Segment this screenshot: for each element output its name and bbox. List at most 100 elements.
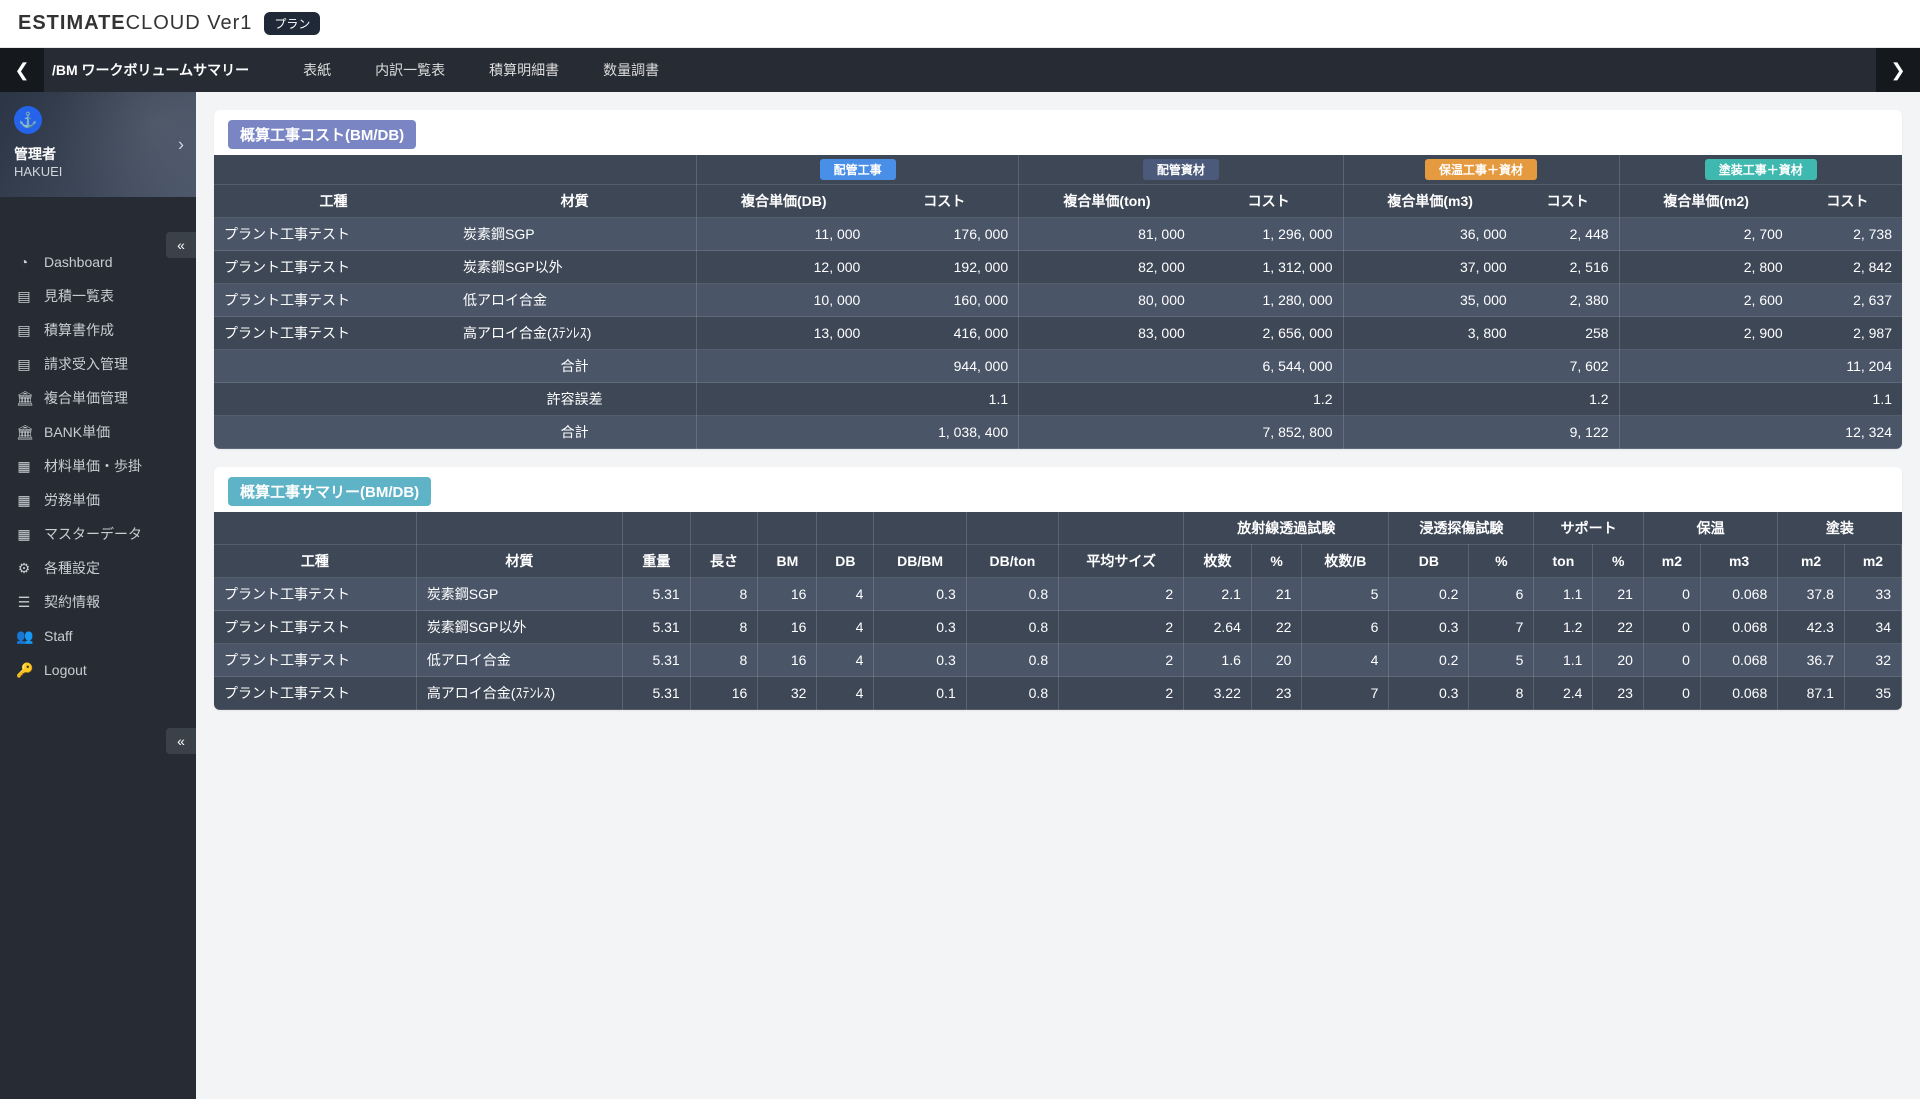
cell: プラント工事テスト	[214, 251, 453, 284]
cell	[1019, 383, 1195, 416]
sidebar-item-4[interactable]: 🏛複合単価管理	[0, 381, 196, 415]
sidebar-item-1[interactable]: ▤見積一覧表	[0, 279, 196, 313]
user-role: 管理者	[14, 144, 182, 164]
cell: 0.068	[1700, 611, 1777, 644]
sidebar-collapse-button[interactable]: «	[166, 232, 196, 258]
sidebar-item-8[interactable]: ▦マスターデータ	[0, 517, 196, 551]
cell: 0.068	[1700, 578, 1777, 611]
cell: 22	[1251, 611, 1302, 644]
col-header: %	[1251, 545, 1302, 578]
sidebar-collapse-button-bottom[interactable]: «	[166, 728, 196, 754]
cell: 36.7	[1778, 644, 1845, 677]
cell: 1.2	[1195, 383, 1343, 416]
nav-next-button[interactable]: ❯	[1876, 48, 1920, 92]
sidebar-item-6[interactable]: ▦ 材料単価・歩掛	[0, 449, 196, 483]
cell: 2	[1059, 578, 1184, 611]
cell: 2, 380	[1517, 284, 1619, 317]
sidebar-item-9[interactable]: ⚙各種設定	[0, 551, 196, 585]
summary-table: 放射線透過試験浸透探傷試験サポート保温塗装工種材質重量長さBMDBDB/BMDB…	[214, 512, 1902, 710]
sidebar-item-2[interactable]: ▤積算書作成	[0, 313, 196, 347]
cell: 1, 296, 000	[1195, 218, 1343, 251]
cell: 0	[1643, 644, 1700, 677]
cell: プラント工事テスト	[214, 644, 416, 677]
sidebar-item-3[interactable]: ▤請求受入管理	[0, 347, 196, 381]
cell: 0.068	[1700, 677, 1777, 710]
total-row: 合計1, 038, 4007, 852, 8009, 12212, 324	[214, 416, 1902, 449]
cell: 5	[1469, 644, 1534, 677]
cell: 0.8	[966, 611, 1058, 644]
nav-prev-button[interactable]: ❮	[0, 48, 44, 92]
tab-2[interactable]: 積算明細書	[467, 48, 581, 92]
group-header: 保温	[1643, 512, 1777, 545]
logo-light: CLOUD Ver1	[126, 12, 253, 34]
nav-label: 契約情報	[44, 592, 100, 612]
logo-bold: ESTIMATE	[18, 12, 126, 34]
cell: 2, 700	[1619, 218, 1793, 251]
cell	[1343, 350, 1517, 383]
cell: 2.4	[1534, 677, 1593, 710]
cell: 1.1	[870, 383, 1018, 416]
cell: 1.2	[1534, 611, 1593, 644]
cell: 34	[1844, 611, 1901, 644]
user-block[interactable]: ⚓ 管理者 HAKUEI ›	[0, 92, 196, 197]
topbar: ESTIMATECLOUD Ver1 プラン	[0, 0, 1920, 48]
cell: 0.3	[1389, 611, 1469, 644]
cell: 2, 448	[1517, 218, 1619, 251]
cell: 2	[1059, 644, 1184, 677]
tab-3[interactable]: 数量調書	[581, 48, 681, 92]
cell	[697, 383, 871, 416]
cell: 1, 312, 000	[1195, 251, 1343, 284]
cell: 8	[690, 578, 758, 611]
cell: 21	[1593, 578, 1644, 611]
tab-1[interactable]: 内訳一覧表	[353, 48, 467, 92]
cost-panel: 概算工事コスト(BM/DB) 配管工事配管資材保温工事＋資材塗装工事＋資材工種材…	[214, 110, 1902, 449]
double-chevron-left-icon: «	[177, 237, 185, 253]
cell: 0.068	[1700, 644, 1777, 677]
col-header: コスト	[1517, 185, 1619, 218]
cell: 32	[758, 677, 817, 710]
col-header: DB/ton	[966, 545, 1058, 578]
cell: 1.1	[1534, 578, 1593, 611]
nav-label: 材料単価・歩掛	[44, 456, 142, 476]
cell: プラント工事テスト	[214, 218, 453, 251]
col-header: 長さ	[690, 545, 758, 578]
col-header: 複合単価(ton)	[1019, 185, 1195, 218]
cell: 炭素鋼SGP以外	[416, 611, 622, 644]
table-row: プラント工事テスト低アロイ合金10, 000160, 00080, 0001, …	[214, 284, 1902, 317]
col-header: コスト	[1793, 185, 1902, 218]
cell	[1619, 350, 1793, 383]
cell: 258	[1517, 317, 1619, 350]
col-header: 工種	[214, 545, 416, 578]
cell: 1.6	[1184, 644, 1252, 677]
nav-icon: ▦	[16, 458, 32, 475]
cell: 21	[1251, 578, 1302, 611]
group-header: サポート	[1534, 512, 1644, 545]
cell: 2, 800	[1619, 251, 1793, 284]
col-header: m2	[1643, 545, 1700, 578]
nav-label: 積算書作成	[44, 320, 114, 340]
col-header: 枚数	[1184, 545, 1252, 578]
nav-icon: 🏛	[16, 424, 32, 441]
chevron-left-icon: ❮	[14, 60, 29, 81]
cell: 2	[1059, 611, 1184, 644]
cell	[697, 416, 871, 449]
col-header: 工種	[214, 185, 453, 218]
group-header: 塗装	[1778, 512, 1902, 545]
plan-badge[interactable]: プラン	[264, 12, 320, 35]
cell: 0.3	[1389, 677, 1469, 710]
sidebar: ⚓ 管理者 HAKUEI › « « ◔Dashboard▤見積一覧表▤積算書作…	[0, 92, 196, 1099]
sidebar-item-11[interactable]: 👥Staff	[0, 619, 196, 653]
sidebar-item-7[interactable]: ▦労務単価	[0, 483, 196, 517]
sidebar-item-5[interactable]: 🏛BANK単価	[0, 415, 196, 449]
cost-table: 配管工事配管資材保温工事＋資材塗装工事＋資材工種材質複合単価(DB)コスト複合単…	[214, 155, 1902, 449]
nav-label: 労務単価	[44, 490, 100, 510]
nav-label: 各種設定	[44, 558, 100, 578]
tab-0[interactable]: 表紙	[281, 48, 353, 92]
cell: 0.3	[874, 578, 966, 611]
cell: 82, 000	[1019, 251, 1195, 284]
cell: 2, 900	[1619, 317, 1793, 350]
sidebar-item-12[interactable]: 🔑Logout	[0, 653, 196, 687]
cell: 炭素鋼SGP以外	[453, 251, 697, 284]
cell: 20	[1593, 644, 1644, 677]
sidebar-item-10[interactable]: ☰契約情報	[0, 585, 196, 619]
